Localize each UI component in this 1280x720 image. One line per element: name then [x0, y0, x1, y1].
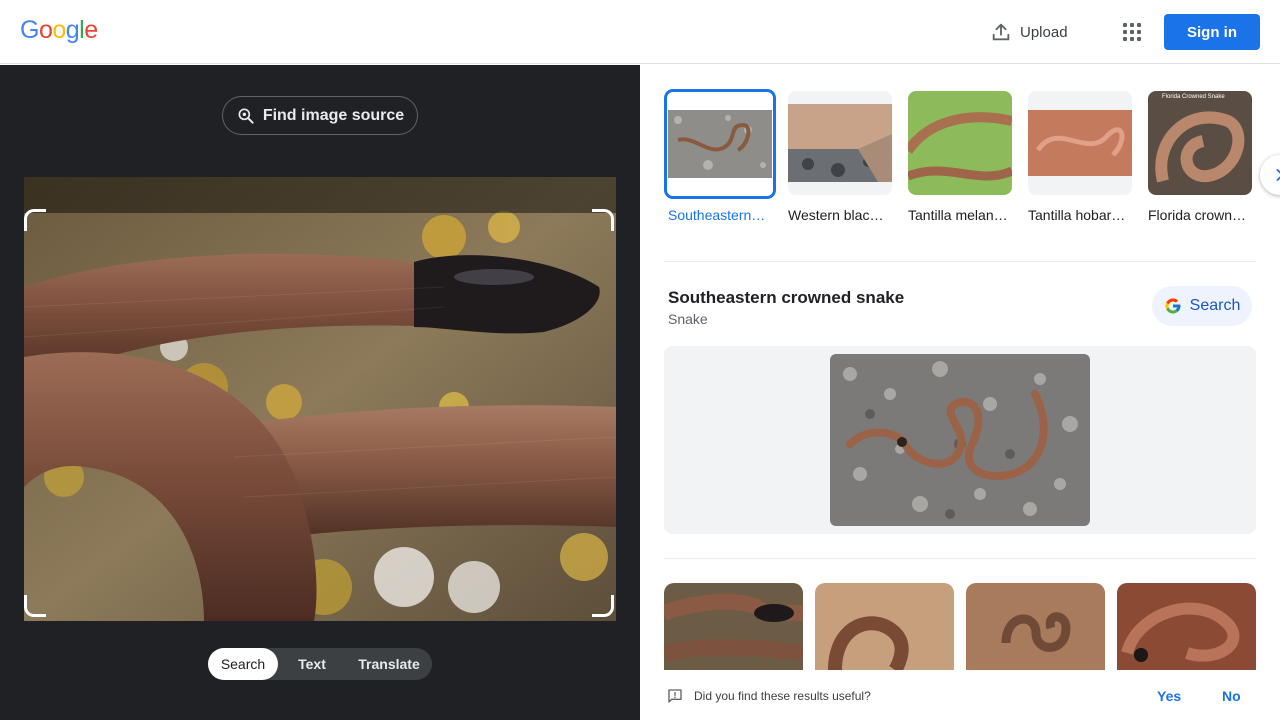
apps-dot [1130, 37, 1134, 41]
match-label: Southeastern crowned... [668, 207, 768, 223]
carousel-next-button[interactable] [1260, 155, 1280, 195]
query-image-pane: Find image source Search Text Translate [0, 65, 640, 720]
feedback-yes-button[interactable]: Yes [1157, 688, 1181, 704]
lens-search-icon [238, 108, 254, 124]
results-grid [664, 583, 1264, 670]
mode-search-tab[interactable]: Search [208, 648, 278, 680]
apps-dot [1130, 23, 1134, 27]
match-label: Tantilla melanoceph... [908, 207, 1008, 223]
logo-letter: e [84, 16, 98, 44]
find-image-source-label: Find image source [262, 106, 405, 124]
apps-dot [1123, 37, 1127, 41]
entity-title: Southeastern crowned snake [668, 288, 905, 307]
result-image [664, 583, 803, 670]
match-thumbnail [664, 89, 776, 199]
match-card[interactable]: Florida Crowned Snake Florida crowned... [1148, 91, 1252, 225]
chevron-right-icon [1276, 169, 1280, 181]
feedback-question: Did you find these results useful? [694, 689, 871, 703]
feedback-icon [668, 689, 682, 703]
logo-letter: o [52, 16, 66, 44]
mode-selector: Search Text Translate [208, 648, 432, 680]
apps-dot [1123, 23, 1127, 27]
result-image-card[interactable] [664, 583, 803, 670]
entity-hero-card[interactable] [664, 346, 1256, 534]
visual-match-carousel: Southeastern crowned... Western black-he… [664, 89, 1280, 251]
match-card[interactable]: Tantilla melanoceph... [908, 91, 1012, 225]
crop-handle-top-left[interactable] [24, 209, 46, 231]
match-card[interactable]: Western black-heade... [788, 91, 892, 225]
apps-grid-icon[interactable] [1118, 18, 1146, 46]
result-image-card[interactable] [1117, 583, 1256, 670]
result-image [966, 583, 1105, 670]
entity-search-label: Search [1189, 297, 1241, 314]
feedback-no-button[interactable]: No [1222, 688, 1241, 704]
crop-shade [24, 177, 616, 213]
mode-text-tab[interactable]: Text [278, 648, 346, 680]
entity-subtitle: Snake [668, 311, 708, 327]
crop-handle-bottom-right[interactable] [592, 595, 614, 617]
google-logo[interactable]: Google [20, 16, 98, 45]
logo-letter: o [38, 16, 53, 44]
entity-search-button[interactable]: Search [1152, 286, 1252, 326]
match-card[interactable]: Tantilla hobartsmithi [1028, 91, 1132, 225]
match-thumbnail: Florida Crowned Snake [1148, 91, 1252, 195]
mode-translate-tab[interactable]: Translate [346, 648, 432, 680]
top-bar: Google Upload Sign in [0, 0, 1280, 64]
entity-hero-image [830, 354, 1090, 526]
upload-label: Upload [1020, 23, 1068, 41]
apps-dot [1130, 30, 1134, 34]
find-image-source-button[interactable]: Find image source [222, 96, 418, 135]
result-image [1117, 583, 1256, 670]
apps-dot [1137, 30, 1141, 34]
results-pane: Southeastern crowned... Western black-he… [640, 65, 1280, 720]
match-card[interactable]: Southeastern crowned... [664, 89, 776, 225]
thumb-caption: Florida Crowned Snake [1162, 94, 1225, 100]
apps-dot [1137, 37, 1141, 41]
result-image-card[interactable] [966, 583, 1105, 670]
match-thumbnail [1028, 91, 1132, 195]
upload-icon [992, 23, 1010, 41]
query-image[interactable] [24, 177, 616, 621]
crop-handle-bottom-left[interactable] [24, 595, 46, 617]
match-thumbnail [908, 91, 1012, 195]
snake-on-asphalt-image [830, 354, 1090, 526]
google-g-icon [1165, 298, 1181, 314]
apps-dot [1137, 23, 1141, 27]
snake-on-red-rock-thumb [1028, 110, 1132, 176]
logo-letter: G [20, 16, 39, 44]
snake-by-wall-thumb [788, 104, 892, 182]
snake-on-leaves-thumb [908, 91, 1012, 195]
match-label: Tantilla hobartsmithi [1028, 207, 1128, 223]
crop-handle-top-right[interactable] [592, 209, 614, 231]
match-thumbnail [788, 91, 892, 195]
sign-in-button[interactable]: Sign in [1164, 14, 1260, 50]
divider [664, 558, 1256, 559]
snake-closeup-image [24, 177, 616, 621]
apps-dot [1123, 30, 1127, 34]
upload-button[interactable]: Upload [990, 18, 1068, 46]
coiled-snake-thumb [1148, 91, 1252, 195]
feedback-bar: Did you find these results useful? Yes N… [640, 670, 1280, 720]
logo-letter: g [65, 16, 80, 44]
match-label: Florida crowned... [1148, 207, 1248, 223]
match-label: Western black-heade... [788, 207, 888, 223]
result-image-card[interactable] [815, 583, 954, 670]
result-image [815, 583, 954, 670]
snake-on-gravel-thumb [668, 110, 772, 178]
divider [664, 261, 1256, 262]
